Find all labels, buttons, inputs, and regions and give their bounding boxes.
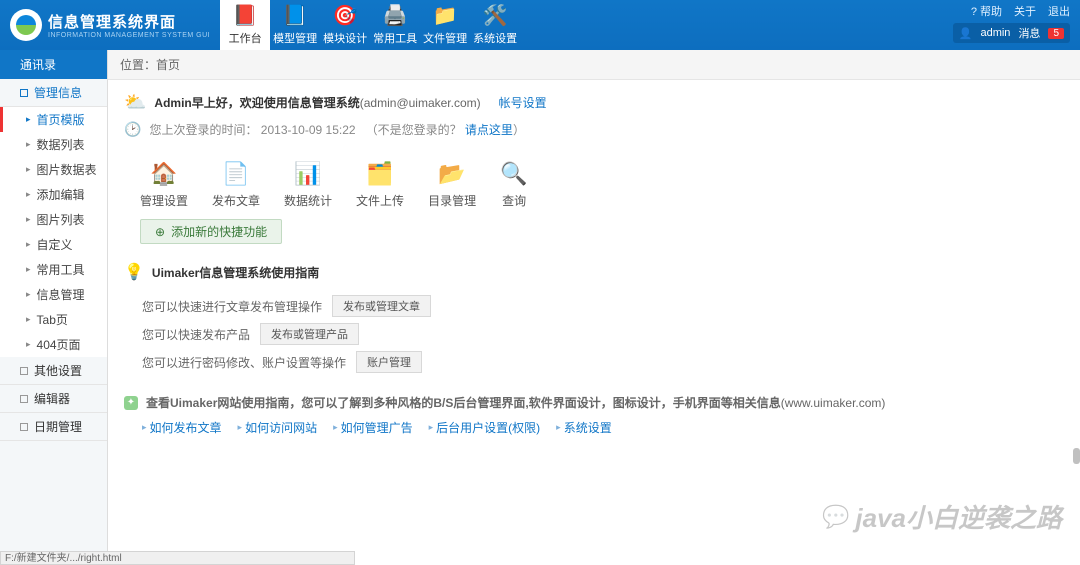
plus-icon: ⊕ <box>155 225 165 239</box>
clock-icon: 🕑 <box>124 121 141 138</box>
quick-item-0[interactable]: 🏠 管理设置 <box>140 160 188 209</box>
quick-icon: 🏠 <box>150 160 178 188</box>
square-icon <box>20 395 28 403</box>
sidebar-title: 通讯录 <box>0 50 107 79</box>
user-bar[interactable]: 👤 admin 消息 5 <box>953 23 1070 43</box>
sun-icon: ⛅ <box>124 92 146 113</box>
sidebar-section-0[interactable]: 管理信息 <box>0 79 107 107</box>
guide-button-1[interactable]: 发布或管理产品 <box>260 323 359 345</box>
sidebar-item-0-1[interactable]: 数据列表 <box>0 132 107 157</box>
user-icon: 👤 <box>959 27 973 40</box>
nav-icon: 🎯 <box>334 5 356 27</box>
sidebar-item-0-0[interactable]: 首页模版 <box>0 107 107 132</box>
nav-item-4[interactable]: 📁 文件管理 <box>420 0 470 50</box>
welcome-text: Admin早上好，欢迎使用信息管理系统 <box>154 96 359 110</box>
quick-icon: 🗂️ <box>366 160 394 188</box>
guide-text: 您可以快速进行文章发布管理操作 <box>142 298 322 315</box>
sidebar-item-0-6[interactable]: 常用工具 <box>0 257 107 282</box>
quick-label: 文件上传 <box>356 192 404 209</box>
tips-link-3[interactable]: 后台用户设置(权限) <box>429 419 541 436</box>
sidebar-section-1[interactable]: 其他设置 <box>0 357 107 385</box>
quick-item-3[interactable]: 🗂️ 文件上传 <box>356 160 404 209</box>
nav-icon: 📁 <box>434 5 456 27</box>
quick-label: 管理设置 <box>140 192 188 209</box>
quick-icon: 📂 <box>438 160 466 188</box>
nav-icon: 📘 <box>284 5 306 27</box>
breadcrumb: 位置：首页 <box>108 50 1080 80</box>
sidebar-item-0-3[interactable]: 添加编辑 <box>0 182 107 207</box>
nav-label: 常用工具 <box>373 30 417 46</box>
quick-icon: 📊 <box>294 160 322 188</box>
nav-icon: 📕 <box>234 5 256 27</box>
quick-item-4[interactable]: 📂 目录管理 <box>428 160 476 209</box>
nav-item-5[interactable]: 🛠️ 系统设置 <box>470 0 520 50</box>
tips-link-0[interactable]: 如何发布文章 <box>142 419 222 436</box>
logo-title: 信息管理系统界面 <box>48 11 210 32</box>
guide-button-0[interactable]: 发布或管理文章 <box>332 295 431 317</box>
account-settings-link[interactable]: 帐号设置 <box>499 94 547 111</box>
nav-icon: 🖨️ <box>384 5 406 27</box>
sidebar-item-0-4[interactable]: 图片列表 <box>0 207 107 232</box>
nav-icon: 🛠️ <box>484 5 506 27</box>
nav-item-1[interactable]: 📘 模型管理 <box>270 0 320 50</box>
tip-icon: ✦ <box>124 396 138 410</box>
last-login-time: 2013-10-09 15:22 <box>261 123 356 137</box>
msg-count: 5 <box>1048 28 1064 39</box>
guide-button-2[interactable]: 账户管理 <box>356 351 422 373</box>
nav-label: 模块设计 <box>323 30 367 46</box>
nav-label: 模型管理 <box>273 30 317 46</box>
tips-link-1[interactable]: 如何访问网站 <box>238 419 318 436</box>
sidebar-section-3[interactable]: 日期管理 <box>0 413 107 441</box>
sidebar-item-0-7[interactable]: 信息管理 <box>0 282 107 307</box>
bulb-icon: 💡 <box>124 262 144 282</box>
not-you-link[interactable]: 请点这里 <box>465 123 513 137</box>
sidebar-section-2[interactable]: 编辑器 <box>0 385 107 413</box>
square-icon <box>20 423 28 431</box>
user-name: admin <box>980 27 1010 39</box>
quick-item-1[interactable]: 📄 发布文章 <box>212 160 260 209</box>
guide-text: 您可以进行密码修改、账户设置等操作 <box>142 354 346 371</box>
add-quick-button[interactable]: ⊕ 添加新的快捷功能 <box>140 219 282 244</box>
logo: 信息管理系统界面 INFORMATION MANAGEMENT SYSTEM G… <box>0 0 220 50</box>
quick-label: 查询 <box>502 192 526 209</box>
about-link[interactable]: 关于 <box>1014 3 1036 19</box>
nav-label: 系统设置 <box>473 30 517 46</box>
quick-icon: 📄 <box>222 160 250 188</box>
exit-link[interactable]: 退出 <box>1048 3 1070 19</box>
nav-label: 文件管理 <box>423 30 467 46</box>
quick-label: 发布文章 <box>212 192 260 209</box>
guide-text: 您可以快速发布产品 <box>142 326 250 343</box>
welcome-email: (admin@uimaker.com) <box>360 96 481 110</box>
quick-item-2[interactable]: 📊 数据统计 <box>284 160 332 209</box>
quick-label: 数据统计 <box>284 192 332 209</box>
msg-label: 消息 <box>1018 25 1040 41</box>
sidebar-item-0-9[interactable]: 404页面 <box>0 332 107 357</box>
scrollbar-thumb[interactable] <box>1073 448 1080 464</box>
help-link[interactable]: ? 帮助 <box>971 3 1002 19</box>
quick-label: 目录管理 <box>428 192 476 209</box>
nav-item-0[interactable]: 📕 工作台 <box>220 0 270 50</box>
sidebar-item-0-8[interactable]: Tab页 <box>0 307 107 332</box>
logo-icon <box>10 9 42 41</box>
tips-link-2[interactable]: 如何管理广告 <box>333 419 413 436</box>
nav-label: 工作台 <box>229 30 262 46</box>
sidebar-item-0-2[interactable]: 图片数据表 <box>0 157 107 182</box>
tips-headline: 查看Uimaker网站使用指南，您可以了解到多种风格的B/S后台管理界面,软件界… <box>146 396 781 410</box>
tips-link-4[interactable]: 系统设置 <box>556 419 612 436</box>
status-bar: F:/新建文件夹/.../right.html <box>0 551 355 565</box>
square-icon <box>20 367 28 375</box>
square-icon <box>20 89 28 97</box>
quick-icon: 🔍 <box>500 160 528 188</box>
nav-item-3[interactable]: 🖨️ 常用工具 <box>370 0 420 50</box>
sidebar-item-0-5[interactable]: 自定义 <box>0 232 107 257</box>
quick-item-5[interactable]: 🔍 查询 <box>500 160 528 209</box>
logo-subtitle: INFORMATION MANAGEMENT SYSTEM GUI <box>48 32 210 39</box>
nav-item-2[interactable]: 🎯 模块设计 <box>320 0 370 50</box>
guide-title: Uimaker信息管理系统使用指南 <box>152 264 319 281</box>
